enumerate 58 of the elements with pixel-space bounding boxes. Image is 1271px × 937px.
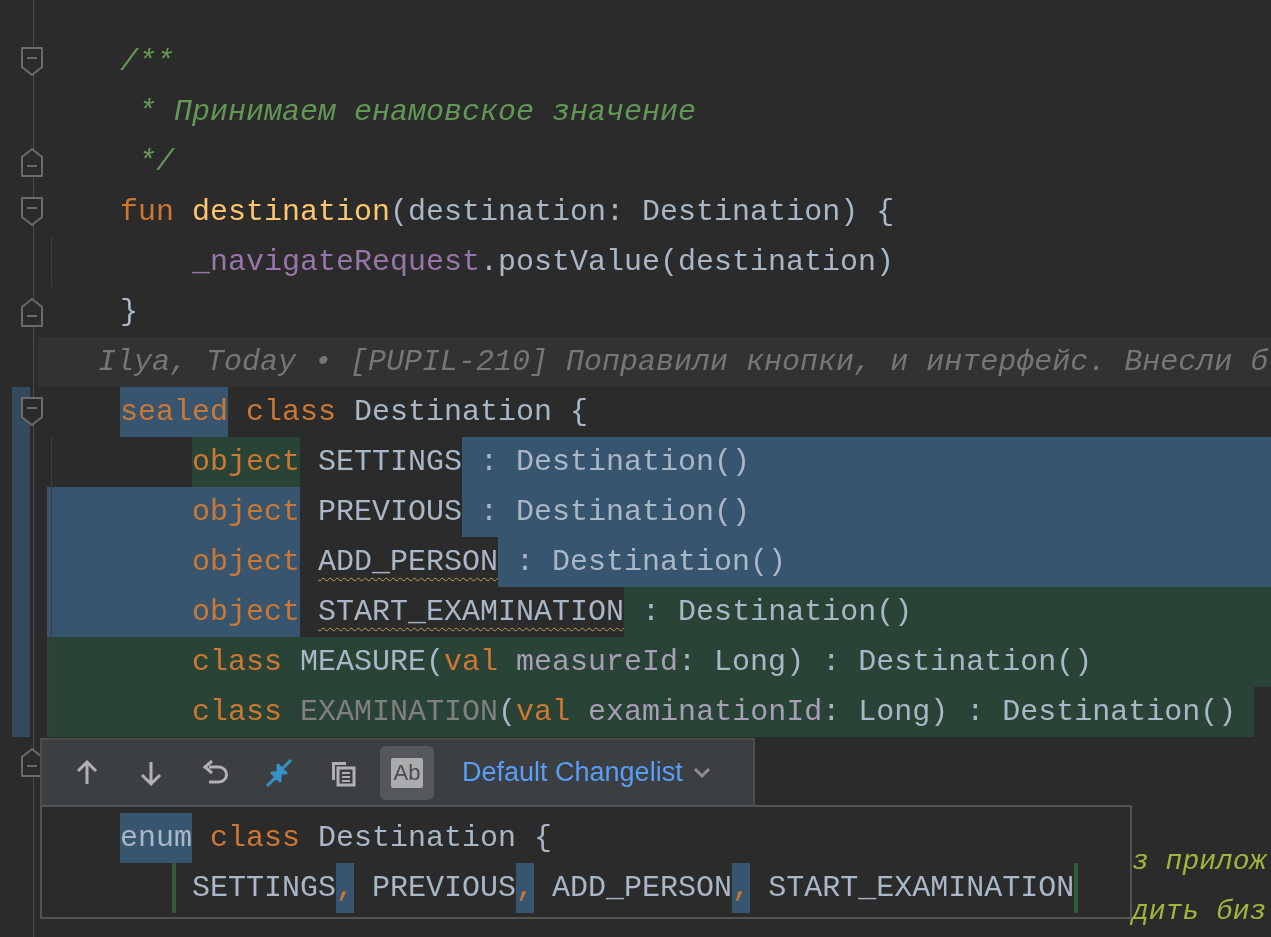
code-text: PREVIOUS: [371, 870, 517, 907]
code-text: (: [498, 687, 517, 737]
fold-icon[interactable]: [21, 47, 43, 77]
code-text: fun: [120, 194, 175, 231]
fold-icon[interactable]: [21, 197, 43, 227]
fold-icon[interactable]: [21, 297, 43, 327]
code-text: /**: [120, 44, 174, 81]
code-text: Destination {: [318, 820, 553, 857]
code-text: object: [192, 587, 301, 637]
code-text: SETTINGS: [317, 444, 463, 481]
code-text: class: [245, 394, 338, 431]
blame-annotation: Ilya, Today • [PUPIL-210] Поправили кнопки, и интерфейс. Внесли б: [38, 337, 1271, 387]
code-text: START_EXAMINATION: [767, 870, 1075, 907]
changelist-dropdown[interactable]: Default Changelist: [458, 752, 715, 793]
code-text: ADD_PERSON: [317, 544, 499, 581]
code-text: MEASURE(: [300, 637, 445, 687]
code-text: : Destination(): [462, 487, 1271, 537]
code-text: measureId: [516, 637, 679, 687]
code-text: sealed: [120, 387, 229, 437]
code-text: }: [120, 294, 138, 331]
code-text: EXAMINATION: [300, 687, 499, 737]
code-text: : Destination(): [624, 587, 1271, 637]
fold-icon[interactable]: [21, 747, 43, 777]
code-text: object: [192, 437, 301, 487]
code-text: : Long) : Destination(): [678, 637, 1271, 687]
fold-icon[interactable]: [21, 397, 43, 427]
fold-icon[interactable]: [21, 147, 43, 177]
code-text: .postValue(destination): [480, 244, 895, 281]
code-text: PREVIOUS: [317, 494, 463, 531]
code-text: : Destination(): [498, 537, 1271, 587]
code-text: destination: [192, 194, 391, 231]
code-text: object: [192, 537, 301, 587]
code-text: enum: [120, 813, 192, 863]
code-text: SETTINGS: [192, 870, 337, 907]
code-text: ADD_PERSON: [551, 870, 733, 907]
code-text: Destination {: [354, 394, 589, 431]
code-text: ,: [732, 863, 751, 913]
code-text: _navigateRequest: [192, 244, 481, 281]
code-text: class: [192, 637, 301, 687]
code-text: class: [209, 820, 302, 857]
code-comment: дить биз: [1132, 896, 1267, 927]
code-text: ,: [516, 863, 535, 913]
code-text: val: [444, 637, 517, 687]
caret-icon: [692, 766, 711, 779]
code-text: START_EXAMINATION: [317, 594, 625, 631]
code-text: ,: [336, 863, 355, 913]
code-text: * Принимаем енамовское значение: [137, 94, 697, 131]
code-text: (destination: Destination) {: [390, 194, 895, 231]
code-text: class: [192, 687, 301, 737]
code-text: : Destination(): [462, 437, 1271, 487]
code-text: examinationId: [588, 687, 823, 737]
match-case-toggle[interactable]: Ab: [380, 745, 434, 800]
code-comment: з прилож: [1132, 846, 1267, 877]
code-text: val: [516, 687, 589, 737]
code-text: */: [137, 144, 174, 181]
code-text: object: [192, 487, 301, 537]
compare-icon: [264, 757, 294, 788]
code-text: : Long) : Destination(): [822, 687, 1255, 737]
